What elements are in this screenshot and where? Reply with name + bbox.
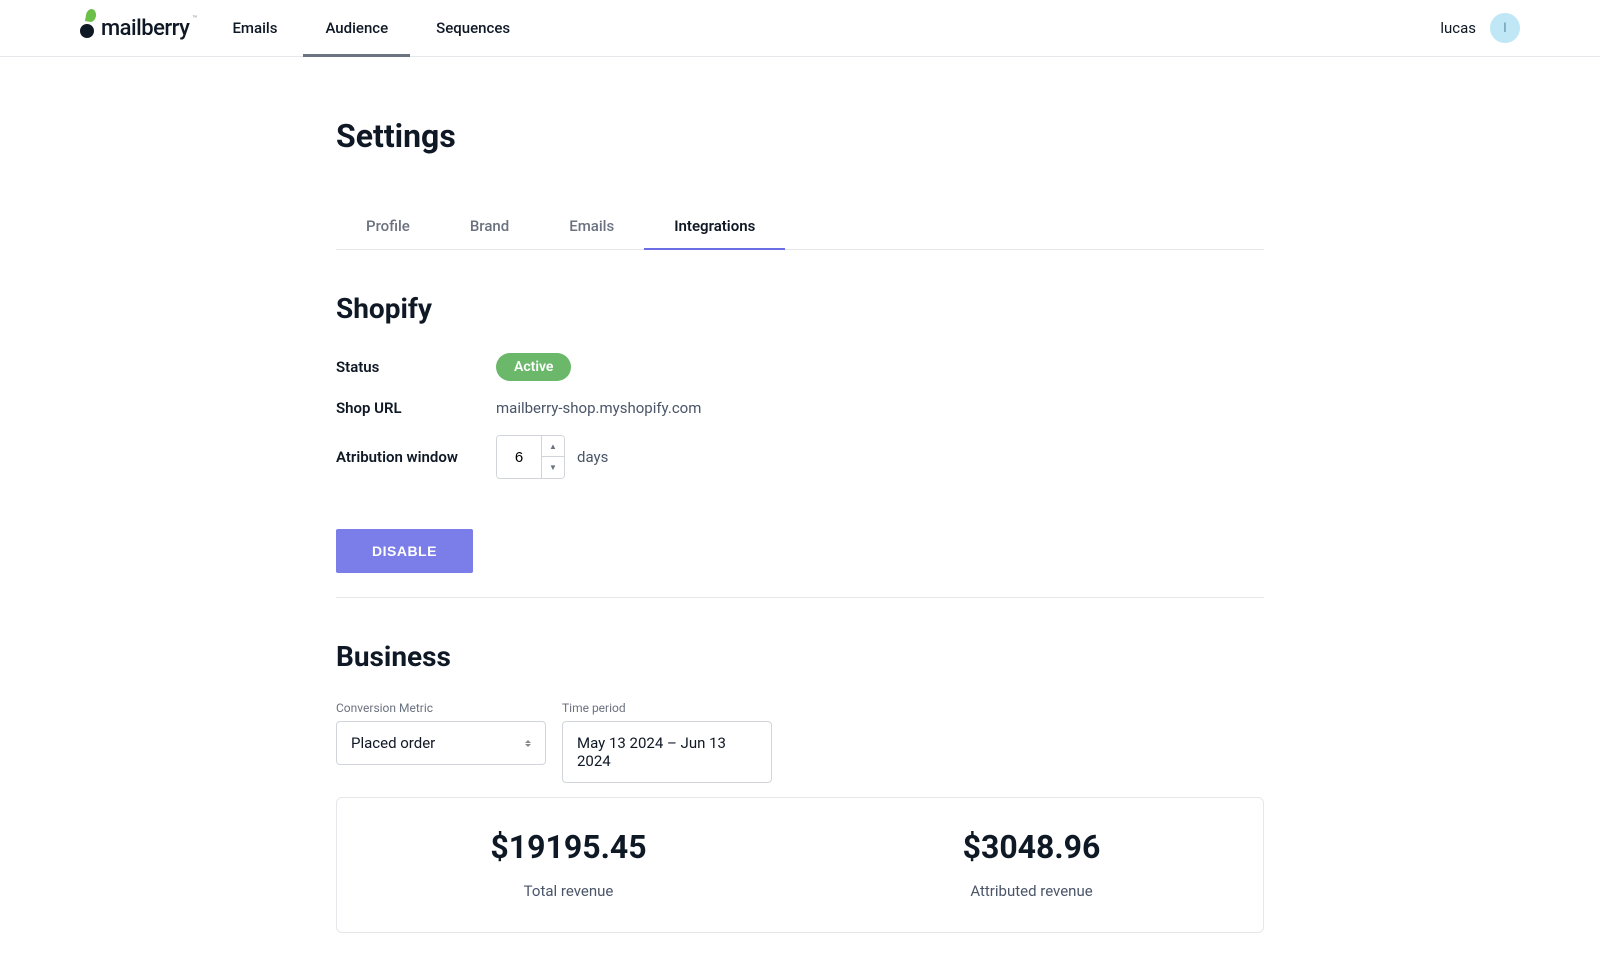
- shopify-section: Shopify Status Active Shop URL mailberry…: [336, 292, 1264, 573]
- main-nav: Emails Audience Sequences: [232, 0, 510, 57]
- business-section: Business Conversion Metric Placed order …: [336, 640, 1264, 933]
- shop-url-row: Shop URL mailberry-shop.myshopify.com: [336, 399, 1264, 417]
- tab-integrations[interactable]: Integrations: [644, 203, 785, 249]
- time-period-label: Time period: [562, 701, 772, 715]
- page-title: Settings: [336, 117, 1264, 155]
- user-avatar[interactable]: l: [1490, 13, 1520, 43]
- logo[interactable]: mailberry ™: [80, 16, 196, 41]
- attributed-revenue-label: Attributed revenue: [970, 882, 1092, 900]
- active-badge: Active: [496, 353, 571, 381]
- attributed-revenue-col: $3048.96 Attributed revenue: [800, 828, 1263, 900]
- business-title: Business: [336, 640, 1264, 673]
- top-header: mailberry ™ Emails Audience Sequences lu…: [0, 0, 1600, 57]
- logo-text: mailberry: [101, 16, 189, 41]
- conversion-metric-group: Conversion Metric Placed order: [336, 701, 546, 783]
- filters-row: Conversion Metric Placed order Time peri…: [336, 701, 1264, 783]
- total-revenue-col: $19195.45 Total revenue: [337, 828, 800, 900]
- dot-icon: [80, 24, 94, 38]
- chevron-down-icon: ▼: [549, 463, 557, 472]
- stepper-down-button[interactable]: ▼: [542, 457, 564, 478]
- time-period-select[interactable]: May 13 2024 – Jun 13 2024: [562, 721, 772, 783]
- nav-audience[interactable]: Audience: [325, 0, 388, 57]
- settings-tabs: Profile Brand Emails Integrations: [336, 203, 1264, 250]
- trademark-icon: ™: [192, 14, 197, 23]
- disable-button[interactable]: DISABLE: [336, 529, 473, 573]
- total-revenue-value: $19195.45: [490, 828, 646, 866]
- header-right: lucas l: [1440, 13, 1520, 43]
- section-divider: [336, 597, 1264, 598]
- content: Settings Profile Brand Emails Integratio…: [336, 57, 1264, 973]
- status-row: Status Active: [336, 353, 1264, 381]
- attribution-input[interactable]: [497, 436, 541, 478]
- status-label: Status: [336, 358, 496, 376]
- tab-emails[interactable]: Emails: [539, 203, 644, 249]
- conversion-metric-select[interactable]: Placed order: [336, 721, 546, 765]
- total-revenue-label: Total revenue: [524, 882, 614, 900]
- stepper-buttons: ▲ ▼: [541, 436, 564, 478]
- attribution-stepper-wrap: ▲ ▼ days: [496, 435, 608, 479]
- stepper-up-button[interactable]: ▲: [542, 436, 564, 457]
- leaf-icon: [85, 8, 97, 23]
- chevron-up-icon: ▲: [549, 442, 557, 451]
- status-value: Active: [496, 353, 571, 381]
- revenue-card: $19195.45 Total revenue $3048.96 Attribu…: [336, 797, 1264, 933]
- time-period-value: May 13 2024 – Jun 13 2024: [577, 734, 757, 770]
- time-period-group: Time period May 13 2024 – Jun 13 2024: [562, 701, 772, 783]
- shopify-title: Shopify: [336, 292, 1264, 325]
- select-caret-icon: [525, 740, 531, 747]
- tab-brand[interactable]: Brand: [440, 203, 539, 249]
- days-label: days: [577, 448, 608, 466]
- attribution-stepper: ▲ ▼: [496, 435, 565, 479]
- tab-profile[interactable]: Profile: [336, 203, 440, 249]
- conversion-metric-value: Placed order: [351, 734, 435, 752]
- attributed-revenue-value: $3048.96: [963, 828, 1101, 866]
- shop-url-label: Shop URL: [336, 399, 496, 417]
- nav-emails[interactable]: Emails: [232, 0, 277, 57]
- nav-sequences[interactable]: Sequences: [436, 0, 510, 57]
- attribution-row: Atribution window ▲ ▼ days: [336, 435, 1264, 479]
- user-name: lucas: [1440, 19, 1476, 37]
- attribution-label: Atribution window: [336, 448, 496, 466]
- shop-url-value: mailberry-shop.myshopify.com: [496, 399, 701, 417]
- conversion-metric-label: Conversion Metric: [336, 701, 546, 715]
